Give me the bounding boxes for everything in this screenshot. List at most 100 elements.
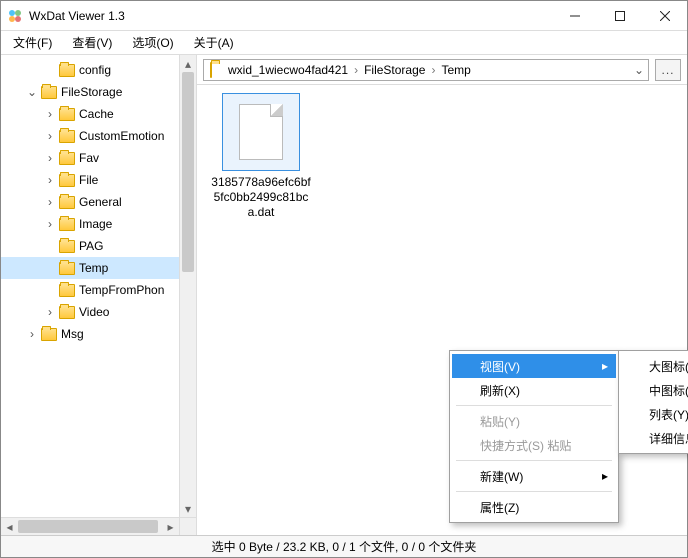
folder-icon [59,306,75,319]
context-menu-item[interactable]: 大图标(W) [621,354,688,378]
chevron-right-icon[interactable]: › [43,217,57,231]
scroll-up-button[interactable]: ▴ [180,55,196,72]
menu-file[interactable]: 文件(F) [9,32,56,53]
context-menu-item-label: 视图(V) [480,358,520,375]
context-menu-item-label: 详细信息(Z) [649,430,688,447]
context-menu-item: 快捷方式(S) 粘贴 [452,433,616,457]
folder-icon [59,284,75,297]
folder-icon [59,108,75,121]
file-content-pane[interactable]: 3185778a96efc6bf5fc0bb2499c81bca.dat 视图(… [197,85,687,535]
context-submenu-view: 大图标(W) 中图标(X) 列表(Y) 详细信息(Z) [618,350,688,454]
breadcrumb-segment[interactable]: wxid_1wiecwo4fad421 [228,63,348,77]
tree-item-label: Cache [79,107,114,121]
context-menu-item-label: 新建(W) [480,468,523,485]
context-menu-item[interactable]: 刷新(X) [452,378,616,402]
scroll-down-button[interactable]: ▾ [180,500,196,517]
tree-item[interactable]: PAG [1,235,196,257]
context-menu-item-label: 大图标(W) [649,358,688,375]
menu-separator [456,405,612,406]
tree-item[interactable]: › Msg [1,323,196,345]
tree-item-label: Video [79,305,109,319]
context-menu-item-label: 属性(Z) [480,499,519,516]
close-button[interactable] [642,1,687,30]
chevron-right-icon[interactable]: › [43,173,57,187]
folder-icon [59,130,75,143]
tree-item[interactable]: › Fav [1,147,196,169]
window-title: WxDat Viewer 1.3 [29,9,552,23]
context-menu-item[interactable]: 中图标(X) [621,378,688,402]
context-menu-item-label: 粘贴(Y) [480,413,520,430]
tree-item[interactable]: TempFromPhon [1,279,196,301]
tree-item[interactable]: › Cache [1,103,196,125]
breadcrumb-segment[interactable]: Temp [441,63,470,77]
tree-item-label: Image [79,217,112,231]
tree-item-label: FileStorage [61,85,122,99]
tree-item-label: CustomEmotion [79,129,164,143]
scrollbar-corner [179,517,196,535]
address-overflow-button[interactable]: ... [655,59,681,81]
sidebar-vertical-scrollbar[interactable]: ▴ ▾ [179,55,196,517]
chevron-right-icon[interactable]: › [43,107,57,121]
tree-item[interactable]: ⌄ FileStorage [1,81,196,103]
folder-icon [59,218,75,231]
chevron-right-icon[interactable]: › [43,129,57,143]
menu-view[interactable]: 查看(V) [68,32,116,53]
tree-item[interactable]: › Video [1,301,196,323]
status-text: 选中 0 Byte / 23.2 KB, 0 / 1 个文件, 0 / 0 个文… [212,538,477,555]
chevron-right-icon[interactable]: › [25,327,39,341]
scroll-hthumb[interactable] [18,520,158,533]
submenu-arrow-icon: ▸ [602,469,608,483]
tree-item-label: File [79,173,98,187]
context-menu-item[interactable]: 详细信息(Z) [621,426,688,450]
scroll-thumb[interactable] [182,72,194,272]
tree-item-label: config [79,63,111,77]
title-bar: WxDat Viewer 1.3 [1,1,687,31]
tree-item[interactable]: config [1,59,196,81]
tree-item-label: General [79,195,122,209]
app-icon [7,8,23,24]
menu-separator [456,460,612,461]
breadcrumb-field[interactable]: wxid_1wiecwo4fad421 › FileStorage › Temp… [203,59,649,81]
tree-item-label: Msg [61,327,84,341]
context-menu-item: 粘贴(Y) [452,409,616,433]
folder-icon [41,328,57,341]
context-menu-item[interactable]: 视图(V)▸ [452,354,616,378]
menu-options[interactable]: 选项(O) [128,32,177,53]
context-menu-item[interactable]: 属性(Z) [452,495,616,519]
tree-item[interactable]: › General [1,191,196,213]
context-menu-item[interactable]: 新建(W) ▸ [452,464,616,488]
tree-item-label: TempFromPhon [79,283,164,297]
breadcrumb-segment[interactable]: FileStorage [364,63,425,77]
chevron-right-icon[interactable]: › [43,305,57,319]
folder-icon [210,62,212,78]
tree-item[interactable]: › CustomEmotion [1,125,196,147]
file-name-label: 3185778a96efc6bf5fc0bb2499c81bca.dat [211,175,311,220]
menu-about[interactable]: 关于(A) [190,32,238,53]
chevron-right-icon[interactable]: › [43,151,57,165]
context-menu-item-label: 列表(Y) [649,406,688,423]
document-icon [239,104,283,160]
menubar: 文件(F) 查看(V) 选项(O) 关于(A) [1,31,687,55]
menu-separator [456,491,612,492]
tree-item[interactable]: Temp [1,257,196,279]
chevron-down-icon[interactable]: ⌄ [25,85,39,99]
chevron-right-icon: › [431,63,435,77]
maximize-button[interactable] [597,1,642,30]
minimize-button[interactable] [552,1,597,30]
tree-item[interactable]: › Image [1,213,196,235]
tree-item[interactable]: › File [1,169,196,191]
folder-icon [59,152,75,165]
context-menu-item-label: 快捷方式(S) 粘贴 [480,437,571,454]
context-menu-item[interactable]: 列表(Y) [621,402,688,426]
address-dropdown-icon[interactable]: ⌄ [634,63,644,77]
folder-icon [59,262,75,275]
sidebar-horizontal-scrollbar[interactable]: ◂ ▸ [1,517,179,535]
scroll-right-button[interactable]: ▸ [162,518,179,535]
status-bar: 选中 0 Byte / 23.2 KB, 0 / 1 个文件, 0 / 0 个文… [1,535,687,557]
folder-icon [59,64,75,77]
tree-item-label: Fav [79,151,99,165]
file-item[interactable]: 3185778a96efc6bf5fc0bb2499c81bca.dat [211,93,311,220]
chevron-right-icon: › [354,63,358,77]
scroll-left-button[interactable]: ◂ [1,518,18,535]
chevron-right-icon[interactable]: › [43,195,57,209]
